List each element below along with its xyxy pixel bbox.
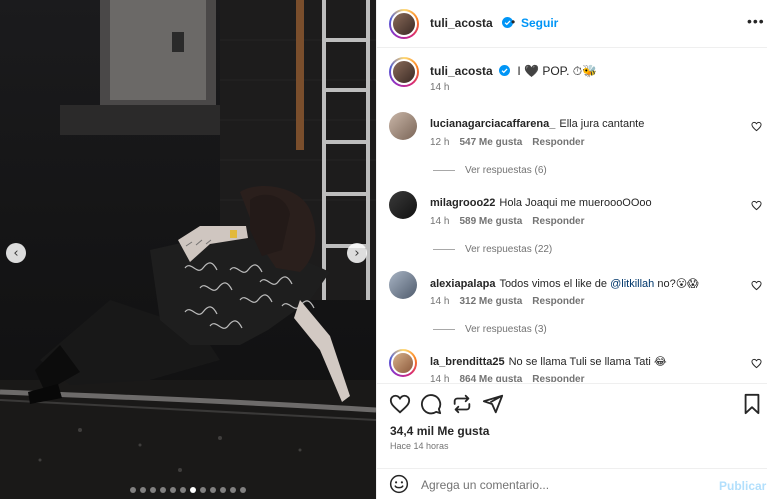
heart-icon[interactable] bbox=[389, 393, 411, 415]
caption-author-username[interactable]: tuli_acosta bbox=[430, 64, 493, 78]
comment-item: lucianagarciacaffarena_ Ella jura cantant… bbox=[377, 112, 767, 192]
view-replies-button[interactable]: Ver respuestas (6) bbox=[433, 165, 547, 176]
comment-line: lucianagarciacaffarena_ Ella jura cantant… bbox=[430, 118, 644, 130]
comment-mention-link[interactable]: @litkillah bbox=[610, 278, 654, 290]
post-header: tuli_acosta • Seguir ••• bbox=[377, 0, 767, 48]
carousel-dot bbox=[170, 487, 176, 493]
bookmark-icon[interactable] bbox=[741, 393, 763, 415]
more-horizontal-icon: ••• bbox=[747, 13, 765, 29]
view-replies-label: Ver respuestas (3) bbox=[465, 324, 547, 335]
carousel-prev-button[interactable]: ‹ bbox=[6, 243, 26, 263]
post-timestamp: Hace 14 horas bbox=[390, 441, 449, 451]
emoji-icon[interactable] bbox=[389, 474, 409, 494]
comment-line: la_brenditta25 No se llama Tuli se llama … bbox=[430, 355, 667, 368]
comments-list[interactable]: tuli_acosta I 🖤 POP. ⏱🐝 14 h lucianagarc… bbox=[377, 49, 767, 382]
comment-icon[interactable] bbox=[420, 393, 442, 415]
author-avatar[interactable] bbox=[389, 9, 419, 39]
post-caption: tuli_acosta I 🖤 POP. ⏱🐝 bbox=[430, 64, 597, 79]
verified-badge-icon bbox=[499, 65, 511, 76]
carousel-dot bbox=[240, 487, 246, 493]
carousel-dot bbox=[230, 487, 236, 493]
comment-text-end: no?😮😱 bbox=[657, 278, 699, 290]
comment-line: milagrooo22 Hola Joaqui me mueroooOOoo bbox=[430, 197, 652, 209]
comment-likes[interactable]: 589 Me gusta bbox=[459, 216, 522, 227]
comment-input[interactable] bbox=[421, 475, 711, 495]
comment-text: Todos vimos el like de bbox=[499, 278, 608, 290]
comment-likes[interactable]: 547 Me gusta bbox=[459, 137, 522, 148]
commenter-avatar[interactable] bbox=[389, 191, 417, 219]
comment-heart-icon[interactable] bbox=[751, 200, 762, 211]
reply-button[interactable]: Responder bbox=[532, 296, 584, 307]
post-photo[interactable]: ‹ › bbox=[0, 0, 376, 499]
chevron-left-icon: ‹ bbox=[13, 245, 19, 261]
send-icon[interactable] bbox=[482, 393, 504, 415]
commenter-avatar[interactable] bbox=[389, 349, 417, 377]
header-separator: • bbox=[511, 15, 516, 29]
comment-composer: Publicar bbox=[377, 468, 767, 499]
carousel-dot bbox=[180, 487, 186, 493]
reply-button[interactable]: Responder bbox=[532, 216, 584, 227]
comment-likes[interactable]: 312 Me gusta bbox=[459, 296, 522, 307]
comment-meta: 14 h 312 Me gusta Responder bbox=[430, 296, 585, 307]
view-replies-label: Ver respuestas (22) bbox=[465, 244, 553, 255]
comment-meta: 12 h 547 Me gusta Responder bbox=[430, 137, 585, 148]
commenter-username[interactable]: milagrooo22 bbox=[430, 197, 495, 209]
comment-text: Hola Joaqui me mueroooOOoo bbox=[499, 197, 652, 209]
comment-line: alexiapalapa Todos vimos el like de @litk… bbox=[430, 277, 699, 290]
caption-timestamp: 14 h bbox=[430, 82, 450, 93]
comment-likes[interactable]: 864 Me gusta bbox=[459, 374, 522, 382]
view-replies-button[interactable]: Ver respuestas (3) bbox=[433, 324, 547, 335]
carousel-dot bbox=[200, 487, 206, 493]
likes-count[interactable]: 34,4 mil Me gusta bbox=[390, 424, 489, 438]
comment-text: No se llama Tuli se llama Tati 😂 bbox=[508, 356, 667, 368]
view-replies-button[interactable]: Ver respuestas (22) bbox=[433, 244, 552, 255]
carousel-dot bbox=[210, 487, 216, 493]
carousel-dot bbox=[190, 487, 196, 493]
carousel-next-button[interactable]: › bbox=[347, 243, 367, 263]
commenter-username[interactable]: lucianagarciacaffarena_ bbox=[430, 118, 555, 130]
comment-time: 14 h bbox=[430, 296, 450, 307]
commenter-username[interactable]: la_brenditta25 bbox=[430, 356, 505, 368]
caption-author-avatar[interactable] bbox=[389, 57, 419, 87]
carousel-dot bbox=[140, 487, 146, 493]
carousel-dot bbox=[160, 487, 166, 493]
comment-heart-icon[interactable] bbox=[751, 121, 762, 132]
comment-meta: 14 h 864 Me gusta Responder bbox=[430, 374, 585, 382]
carousel-dot bbox=[150, 487, 156, 493]
carousel-dots bbox=[0, 487, 376, 493]
reply-button[interactable]: Responder bbox=[532, 137, 584, 148]
more-options-button[interactable]: ••• bbox=[747, 13, 765, 29]
author-username[interactable]: tuli_acosta bbox=[430, 16, 493, 30]
action-bar bbox=[377, 383, 767, 423]
comment-time: 14 h bbox=[430, 216, 450, 227]
commenter-avatar[interactable] bbox=[389, 271, 417, 299]
post-panel: tuli_acosta • Seguir ••• tuli_acosta I 🖤… bbox=[376, 0, 767, 499]
carousel-dot bbox=[130, 487, 136, 493]
comment-item: la_brenditta25 No se llama Tuli se llama … bbox=[377, 349, 767, 382]
commenter-username[interactable]: alexiapalapa bbox=[430, 278, 495, 290]
photo-image bbox=[0, 0, 376, 499]
commenter-avatar[interactable] bbox=[389, 112, 417, 140]
view-replies-label: Ver respuestas (6) bbox=[465, 165, 547, 176]
repost-icon[interactable] bbox=[451, 393, 473, 415]
comment-time: 14 h bbox=[430, 374, 450, 382]
comment-text: Ella jura cantante bbox=[559, 118, 645, 130]
comment-heart-icon[interactable] bbox=[751, 358, 762, 369]
chevron-right-icon: › bbox=[354, 245, 360, 261]
comment-heart-icon[interactable] bbox=[751, 280, 762, 291]
follow-button[interactable]: Seguir bbox=[521, 16, 558, 30]
caption-text: I 🖤 POP. ⏱🐝 bbox=[517, 64, 598, 78]
comment-time: 12 h bbox=[430, 137, 450, 148]
comment-item: alexiapalapa Todos vimos el like de @litk… bbox=[377, 271, 767, 351]
comment-item: milagrooo22 Hola Joaqui me mueroooOOoo 14… bbox=[377, 191, 767, 271]
carousel-dot bbox=[220, 487, 226, 493]
publish-button[interactable]: Publicar bbox=[719, 479, 766, 493]
reply-button[interactable]: Responder bbox=[532, 374, 584, 382]
comment-meta: 14 h 589 Me gusta Responder bbox=[430, 216, 585, 227]
